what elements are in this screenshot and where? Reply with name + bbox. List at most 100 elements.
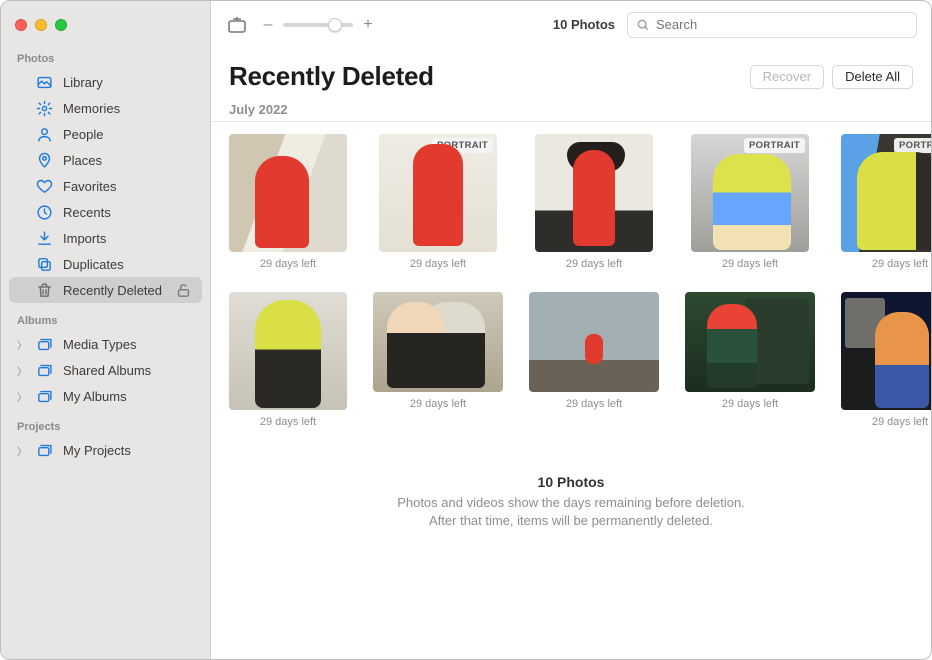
search-input[interactable] xyxy=(656,17,908,32)
page-title: Recently Deleted xyxy=(229,61,434,92)
photo-thumbnail[interactable] xyxy=(535,134,653,252)
days-left-label: 29 days left xyxy=(566,258,622,270)
toolbar: – + 10 Photos xyxy=(211,1,931,49)
delete-all-button[interactable]: Delete All xyxy=(832,65,913,89)
sidebar-item-label: My Albums xyxy=(63,389,127,404)
photo-cell: PORTRAIT 29 days left xyxy=(373,134,503,270)
people-icon xyxy=(35,125,53,143)
sidebar-item-label: Media Types xyxy=(63,337,136,352)
stack-icon xyxy=(35,361,53,379)
trash-icon xyxy=(35,281,53,299)
divider xyxy=(211,121,931,122)
zoom-window-button[interactable] xyxy=(55,19,67,31)
sidebar-item-memories[interactable]: Memories xyxy=(9,95,202,121)
days-left-label: 29 days left xyxy=(722,258,778,270)
chevron-right-icon[interactable]: 〉 xyxy=(17,443,27,458)
sidebar-item-favorites[interactable]: Favorites xyxy=(9,173,202,199)
photo-cell: PORTRAIT 29 days left xyxy=(685,134,815,270)
minimize-window-button[interactable] xyxy=(35,19,47,31)
photo-cell: 29 days left xyxy=(229,134,347,270)
search-field[interactable] xyxy=(627,12,917,38)
page-header: Recently Deleted Recover Delete All xyxy=(211,49,931,92)
photo-thumbnail[interactable]: PORTRAIT xyxy=(841,134,931,252)
footer-text-1: Photos and videos show the days remainin… xyxy=(249,494,893,512)
photo-thumbnail[interactable]: PORTRAIT xyxy=(379,134,497,252)
days-left-label: 29 days left xyxy=(566,398,622,410)
sidebar-item-label: Favorites xyxy=(63,179,116,194)
photo-cell: 29 days left xyxy=(529,292,659,428)
sidebar-section-albums: Albums xyxy=(1,311,210,331)
portrait-badge: PORTRAIT xyxy=(894,138,931,153)
aspect-ratio-icon[interactable] xyxy=(225,13,249,37)
library-icon xyxy=(35,73,53,91)
duplicates-icon xyxy=(35,255,53,273)
photo-grid: 29 days left PORTRAIT 29 days left 29 days … xyxy=(229,134,913,428)
chevron-right-icon[interactable]: 〉 xyxy=(17,337,27,352)
zoom-slider-knob[interactable] xyxy=(328,18,342,32)
sidebar-item-shared-albums[interactable]: 〉Shared Albums xyxy=(9,357,202,383)
sidebar-item-label: Imports xyxy=(63,231,106,246)
sidebar-item-my-albums[interactable]: 〉 My Albums xyxy=(9,383,202,409)
zoom-out-button[interactable]: – xyxy=(261,16,275,34)
days-left-label: 29 days left xyxy=(872,416,928,428)
portrait-badge: PORTRAIT xyxy=(744,138,805,153)
sidebar-item-my-projects[interactable]: 〉 My Projects xyxy=(9,437,202,463)
photo-thumbnail[interactable] xyxy=(529,292,659,392)
photo-thumbnail[interactable] xyxy=(685,292,815,392)
photo-cell: 29 days left xyxy=(685,292,815,428)
zoom-in-button[interactable]: + xyxy=(361,16,375,34)
sidebar-item-label: People xyxy=(63,127,103,142)
photo-thumbnail[interactable] xyxy=(373,292,503,392)
sidebar-section-projects: Projects xyxy=(1,417,210,437)
days-left-label: 29 days left xyxy=(260,258,316,270)
sidebar-section-photos: Photos xyxy=(1,49,210,69)
days-left-label: 29 days left xyxy=(410,398,466,410)
sidebar-item-places[interactable]: Places xyxy=(9,147,202,173)
photo-cell: 29 days left xyxy=(229,292,347,428)
stack-icon xyxy=(35,335,53,353)
main-content: – + 10 Photos Recently Deleted xyxy=(211,1,931,659)
footer-count: 10 Photos xyxy=(249,474,893,490)
photo-thumbnail[interactable] xyxy=(229,134,347,252)
sidebar-item-people[interactable]: People xyxy=(9,121,202,147)
photo-thumbnail[interactable] xyxy=(229,292,347,410)
footer-text-2: After that time, items will be permanent… xyxy=(249,512,893,530)
sidebar-item-label: Recents xyxy=(63,205,111,220)
photo-thumbnail[interactable]: PORTRAIT xyxy=(691,134,809,252)
days-left-label: 29 days left xyxy=(722,398,778,410)
photo-grid-scroll[interactable]: 29 days left PORTRAIT 29 days left 29 days … xyxy=(211,128,931,546)
window-body: Photos Library Memories People Places Favori… xyxy=(1,1,931,659)
sidebar-item-label: Places xyxy=(63,153,102,168)
days-left-label: 29 days left xyxy=(410,258,466,270)
sidebar-item-label: Recently Deleted xyxy=(63,283,162,298)
portrait-badge: PORTRAIT xyxy=(432,138,493,153)
favorites-icon xyxy=(35,177,53,195)
unlock-icon xyxy=(175,282,192,299)
app-window: Photos Library Memories People Places Favori… xyxy=(0,0,932,660)
recover-button[interactable]: Recover xyxy=(750,65,824,89)
sidebar-item-media-types[interactable]: 〉 Media Types xyxy=(9,331,202,357)
imports-icon xyxy=(35,229,53,247)
photo-cell: 29 days left xyxy=(529,134,659,270)
footer-info: 10 Photos Photos and videos show the day… xyxy=(229,428,913,546)
chevron-right-icon[interactable]: 〉 xyxy=(17,389,27,404)
month-section-label: July 2022 xyxy=(211,92,931,121)
sidebar-item-label: My Projects xyxy=(63,443,131,458)
photo-thumbnail[interactable] xyxy=(841,292,931,410)
zoom-control: – + xyxy=(261,16,375,34)
sidebar-item-imports[interactable]: Imports xyxy=(9,225,202,251)
sidebar-item-recently-deleted[interactable]: Recently Deleted xyxy=(9,277,202,303)
sidebar-item-recents[interactable]: Recents xyxy=(9,199,202,225)
search-icon xyxy=(636,18,650,32)
zoom-slider[interactable] xyxy=(283,23,353,27)
sidebar-item-library[interactable]: Library xyxy=(9,69,202,95)
photo-cell: PORTRAIT 29 days left xyxy=(841,134,931,270)
sidebar-item-duplicates[interactable]: Duplicates xyxy=(9,251,202,277)
sidebar-item-label: Memories xyxy=(63,101,120,116)
days-left-label: 29 days left xyxy=(872,258,928,270)
photo-cell: 29 days left xyxy=(841,292,931,428)
chevron-right-icon[interactable]: 〉 xyxy=(17,363,27,378)
window-controls xyxy=(1,1,210,49)
close-window-button[interactable] xyxy=(15,19,27,31)
photo-cell: 29 days left xyxy=(373,292,503,428)
